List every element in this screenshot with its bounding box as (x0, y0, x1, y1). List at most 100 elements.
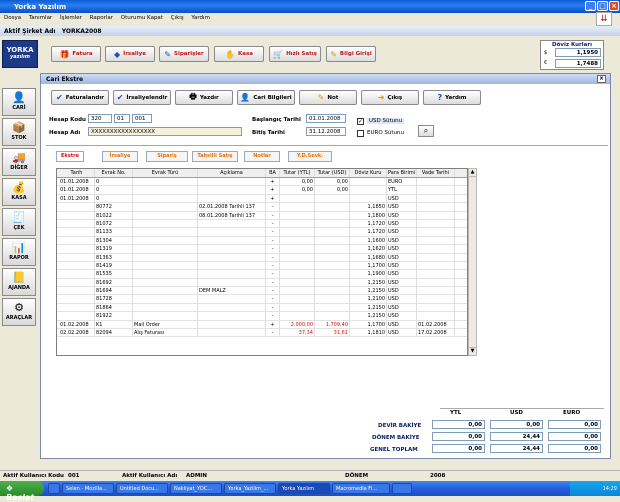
table-row[interactable]: 01.02.2008 K1 Mail Order +2.000,00 1.709,40 1… (57, 320, 467, 330)
minimize-button[interactable]: _ (585, 1, 596, 11)
menu-yardim[interactable]: Yardım (191, 15, 210, 21)
tab-notlar[interactable]: Notlar (244, 151, 280, 162)
fatura-button[interactable]: 🎁 Fatura (51, 46, 101, 62)
column-header-ba[interactable]: BA (266, 169, 280, 177)
sidebar-kasa[interactable]: 💰 KASA (2, 178, 36, 206)
table-row[interactable]: 02.02.2008 82094 Alış Faturası -37,34 31,61 1… (57, 329, 467, 338)
tab-siparis[interactable]: Sipariş (146, 151, 188, 162)
euro-sutunu-checkbox[interactable] (357, 130, 364, 137)
close-button[interactable]: × (609, 1, 619, 11)
baslangic-tarihi-field[interactable]: 01.01.2008 (306, 114, 346, 123)
scroll-down-icon[interactable]: ⇊ (596, 12, 612, 26)
start-button[interactable]: ❖ Başlat (0, 481, 44, 502)
taskbar-item[interactable]: Nakliyat_YDC... (170, 483, 222, 494)
column-header-para-birimi[interactable]: Para Birimi (387, 169, 417, 177)
kasa-button[interactable]: ✋ Kasa (214, 46, 264, 62)
table-row[interactable]: 81535 - 1,1900 USD (57, 270, 467, 279)
table-row[interactable]: 81072 - 1,1720 USD (57, 219, 467, 229)
yardim-button[interactable]: ? Yardım (423, 90, 481, 105)
menu-islemler[interactable]: İşlemler (60, 15, 82, 21)
tab-ekstre[interactable]: Ekstre (56, 151, 84, 162)
cell-evrak-no: 81922 (95, 312, 133, 320)
close-icon[interactable]: × (597, 75, 606, 83)
table-row[interactable]: 81319 - 1,1620 USD (57, 245, 467, 254)
table-row[interactable]: 81728 - 1,2100 USD (57, 295, 467, 304)
column-header-doviz-kuru[interactable]: Döviz Kuru (350, 169, 387, 177)
table-row[interactable]: 81304 - 1,1600 USD (57, 236, 467, 246)
cell-vade-tarihi (417, 186, 455, 194)
yazdir-button[interactable]: 🖶 Yazdır (175, 90, 233, 105)
hesap-kodu-field-3[interactable]: 001 (132, 114, 152, 123)
table-row[interactable]: 01.01.2008 0 + USD (57, 194, 467, 204)
column-header-aciklama[interactable]: Açıklama (198, 169, 266, 177)
menu-cikis[interactable]: Çıkış (171, 15, 184, 21)
taskbar-item[interactable]: Macromedia Fi... (332, 483, 390, 494)
table-row[interactable]: 01.01.2008 0 +0,00 0,00 YTL (57, 186, 467, 195)
faturalandir-button[interactable]: ✔ Faturalandır (51, 90, 109, 105)
cari-bilgileri-button[interactable]: 👤 Cari Bilgileri (237, 90, 295, 105)
not-button[interactable]: ✎ Not (299, 90, 357, 105)
column-header-vade-tarihi[interactable]: Vade Tarihi (417, 169, 455, 177)
taskbar-item[interactable]: Untitled Docu... (116, 483, 168, 494)
hesap-kodu-field-1[interactable]: 320 (88, 114, 112, 123)
column-header-tutar-usd[interactable]: Tutar (USD) (315, 169, 350, 177)
search-icon[interactable]: ⌕ (418, 125, 434, 137)
sidebar-cek[interactable]: 🧾 ÇEK (2, 208, 36, 236)
exit-icon: ➜ (377, 93, 385, 102)
irsaliye-button[interactable]: ◆ İrsaliye (105, 46, 155, 62)
cell-tutar-usd (315, 219, 350, 228)
cell-evrak-no: 0 (95, 194, 133, 203)
hesap-adi-field[interactable]: XXXXXXXXXXXXXXXXX (88, 127, 242, 136)
menu-oturumu-kapat[interactable]: Oturumu Kapat (121, 15, 163, 21)
cikis-button[interactable]: ➜ Çıkış (361, 90, 419, 105)
table-row[interactable]: 81022 08.01.2008 Tarihli 137- 1,1800 USD (57, 211, 467, 220)
scroll-up-icon[interactable]: ▲ (469, 169, 476, 177)
irsaliyelendir-button[interactable]: ✔ İrsaliyelendir (113, 90, 171, 105)
hesap-kodu-field-2[interactable]: 01 (114, 114, 130, 123)
taskbar-item[interactable] (48, 483, 60, 494)
bilgi-girisi-button[interactable]: ✎ Bilgi Girişi (326, 46, 376, 62)
maximize-button[interactable]: □ (597, 1, 608, 11)
bitis-tarihi-field[interactable]: 31.12.2008 (306, 127, 346, 136)
column-header-tutar-ytl[interactable]: Tutar (YTL) (280, 169, 315, 177)
column-header-tarih[interactable]: Tarih (59, 169, 95, 177)
table-row[interactable]: 81419 - 1,1700 USD (57, 261, 467, 271)
table-row[interactable]: 81133 - 1,1720 USD (57, 228, 467, 237)
cell-evrak-turu: Mail Order (133, 320, 198, 329)
column-header-evrak-no[interactable]: Evrak No. (95, 169, 133, 177)
table-row[interactable]: 80772 02.01.2008 Tarihli 137- 1,1850 USD (57, 203, 467, 212)
menu-dosya[interactable]: Dosya (4, 15, 21, 21)
taskbar-item[interactable]: Yorka_Yazilim_... (224, 483, 276, 494)
devir-bakiye-label: DEVİR BAKİYE (378, 423, 422, 429)
cell-vade-tarihi (417, 228, 455, 236)
sidebar-ajanda[interactable]: 📒 AJANDA (2, 268, 36, 296)
usd-sutunu-checkbox[interactable]: ✓ (357, 118, 364, 125)
tab-irsaliye[interactable]: İrsaliye (102, 151, 138, 162)
scroll-down-icon[interactable]: ▼ (469, 347, 476, 355)
sidebar-rapor[interactable]: 📊 RAPOR (2, 238, 36, 266)
table-scrollbar[interactable]: ▲ ▼ (468, 168, 477, 356)
table-row[interactable]: 81922 - 1,2150 USD (57, 312, 467, 321)
sidebar-stok[interactable]: 📦 STOK (2, 118, 36, 146)
cell-vade-tarihi (417, 287, 455, 295)
cell-evrak-no: 80772 (95, 203, 133, 211)
siparisler-button[interactable]: ✎ Siparişler (159, 46, 209, 62)
taskbar-item[interactable] (392, 483, 412, 494)
table-row[interactable]: 81692 - 1,2150 USD (57, 278, 467, 288)
sidebar-diger[interactable]: 🚚 DİĞER (2, 148, 36, 176)
sidebar-araclar[interactable]: ⚙ ARAÇLAR (2, 298, 36, 326)
taskbar-item[interactable]: Selen - Mozilla... (62, 483, 114, 494)
table-row[interactable]: 81864 - 1,2150 USD (57, 303, 467, 313)
table-row[interactable]: 81363 - 1,1680 USD (57, 253, 467, 262)
cell-tarih (59, 253, 95, 261)
table-row[interactable]: 01.01.2008 0 +0,00 0,00 EURO (57, 178, 467, 187)
tab-yd-sevk[interactable]: Y.D.Sevk. (288, 151, 332, 162)
column-header-evrak-turu[interactable]: Evrak Türü (133, 169, 198, 177)
menu-raporlar[interactable]: Raporlar (90, 15, 113, 21)
tab-tahsilli-satis[interactable]: Tahsilli Satış (192, 151, 238, 162)
taskbar-item-active[interactable]: Yorka Yazılım (278, 483, 330, 494)
table-row[interactable]: 81694 DEM MALZ - 1,2150 USD (57, 287, 467, 296)
hizli-satis-button[interactable]: 🛒 Hızlı Satış (269, 46, 321, 62)
sidebar-cari[interactable]: 👤 CARİ (2, 88, 36, 116)
menu-tanimlar[interactable]: Tanımlar (29, 15, 52, 21)
